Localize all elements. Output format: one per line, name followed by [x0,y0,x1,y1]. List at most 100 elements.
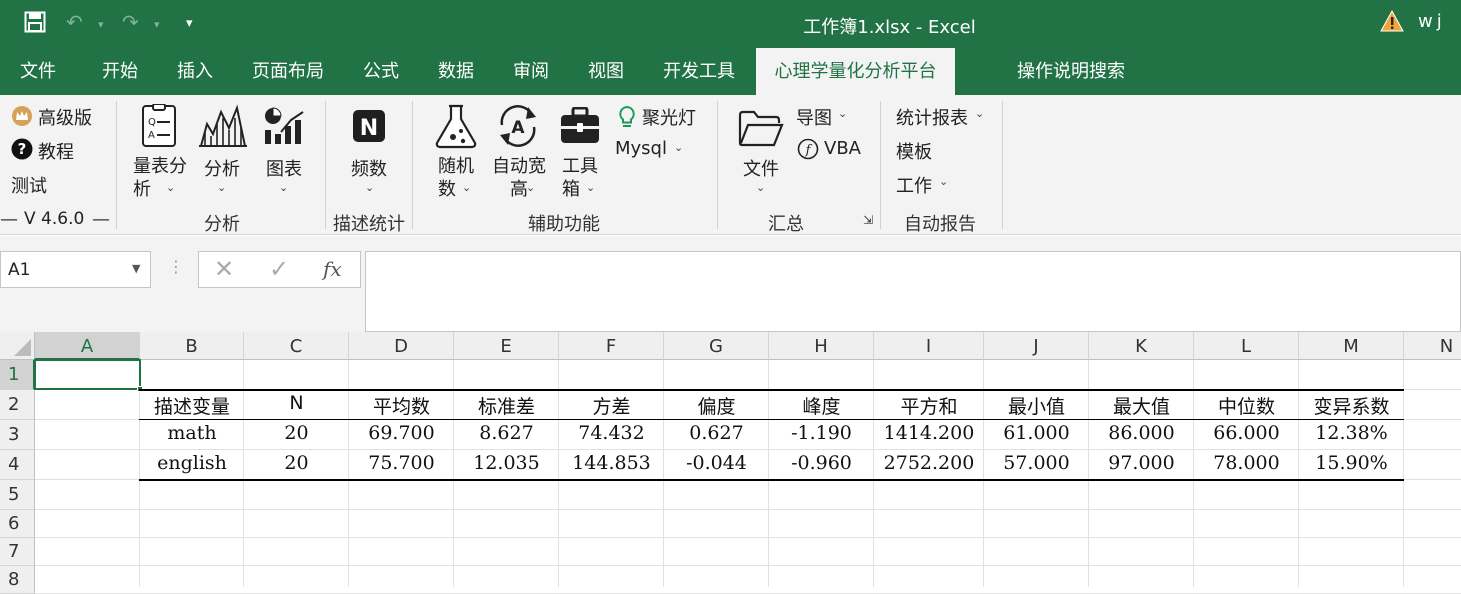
column-header-L[interactable]: L [1194,332,1299,360]
tell-me-search[interactable]: 操作说明搜索 [1017,48,1125,95]
table-cell[interactable]: 97.000 [1089,452,1194,482]
stat-report-button[interactable]: 统计报表 [896,104,968,130]
tab-page-layout[interactable]: 页面布局 [252,48,324,95]
active-cell-A1[interactable] [34,359,141,390]
table-header-cell[interactable]: 标准差 [454,392,559,422]
tab-view[interactable]: 视图 [588,48,624,95]
column-header-K[interactable]: K [1089,332,1194,360]
table-cell[interactable]: 12.035 [454,452,559,482]
column-header-N[interactable]: N [1404,332,1461,360]
table-cell[interactable]: 20 [244,422,349,452]
file-button[interactable]: 文件 [743,155,779,181]
drag-handle-icon[interactable]: ⋮ [168,257,184,276]
table-cell[interactable]: 69.700 [349,422,454,452]
user-name[interactable]: wj [1418,11,1446,32]
table-header-cell[interactable]: 方差 [559,392,664,422]
tab-home[interactable]: 开始 [102,48,138,95]
tab-review[interactable]: 审阅 [513,48,549,95]
spotlight-button[interactable]: 聚光灯 [642,104,696,130]
formula-input[interactable] [365,251,1461,332]
table-cell[interactable]: 144.853 [559,452,664,482]
column-header-I[interactable]: I [874,332,984,360]
cancel-icon[interactable]: ✕ [214,255,234,283]
insert-function-icon[interactable]: fx [323,257,342,281]
table-cell[interactable]: 66.000 [1194,422,1299,452]
column-header-F[interactable]: F [559,332,664,360]
scale-analysis-chevron-icon: ⌄ [166,181,176,194]
table-cell[interactable]: -0.960 [769,452,874,482]
column-header-H[interactable]: H [769,332,874,360]
row-header-5[interactable]: 5 [0,480,35,510]
table-cell[interactable]: 2752.200 [874,452,984,482]
mysql-button[interactable]: Mysql [615,138,667,159]
chart-button[interactable]: 图表 [266,155,302,181]
work-button[interactable]: 工作 [896,172,932,198]
table-cell[interactable]: 1414.200 [874,422,984,452]
table-cell[interactable]: 74.432 [559,422,664,452]
table-header-cell[interactable]: 偏度 [664,392,769,422]
table-header-cell[interactable]: 最大值 [1089,392,1194,422]
tab-insert[interactable]: 插入 [177,48,213,95]
frequency-button[interactable]: 频数 [351,155,387,181]
row-header-8[interactable]: 8 [0,566,35,594]
name-box-dropdown-icon[interactable]: ▼ [132,262,140,275]
row-header-3[interactable]: 3 [0,420,35,450]
table-cell[interactable]: 61.000 [984,422,1089,452]
row-header-7[interactable]: 7 [0,538,35,566]
table-cell[interactable]: 0.627 [664,422,769,452]
table-header-cell[interactable]: 最小值 [984,392,1089,422]
table-cell[interactable]: 12.38% [1299,422,1404,452]
table-cell[interactable]: 8.627 [454,422,559,452]
pro-version-button[interactable]: 高级版 [38,104,92,130]
column-header-D[interactable]: D [349,332,454,360]
autofit-button[interactable]: 自动宽高 [491,155,547,201]
table-header-cell[interactable]: 平均数 [349,392,454,422]
table-header-cell[interactable]: 平方和 [874,392,984,422]
table-cell[interactable]: english [140,452,244,482]
vba-button[interactable]: VBA [824,138,861,159]
table-cell[interactable]: math [140,422,244,452]
table-header-cell[interactable]: N [244,392,349,422]
column-header-A[interactable]: A [35,332,140,360]
table-cell[interactable]: 20 [244,452,349,482]
table-cell[interactable]: -1.190 [769,422,874,452]
row-header-2[interactable]: 2 [0,390,35,420]
column-header-C[interactable]: C [244,332,349,360]
table-cell[interactable]: 75.700 [349,452,454,482]
template-button[interactable]: 模板 [896,138,932,164]
tab-developer[interactable]: 开发工具 [663,48,735,95]
column-header-J[interactable]: J [984,332,1089,360]
row-header-6[interactable]: 6 [0,510,35,538]
tutorial-button[interactable]: 教程 [38,138,74,164]
tab-file[interactable]: 文件 [20,48,56,95]
table-cell[interactable]: -0.044 [664,452,769,482]
table-cell[interactable]: 78.000 [1194,452,1299,482]
toolbox-button[interactable]: 工具箱 [562,155,600,201]
enter-icon[interactable]: ✓ [269,255,289,283]
column-header-B[interactable]: B [140,332,244,360]
column-header-G[interactable]: G [664,332,769,360]
table-header-cell[interactable]: 峰度 [769,392,874,422]
analysis-button[interactable]: 分析 [204,155,240,181]
table-header-cell[interactable]: 中位数 [1194,392,1299,422]
table-cell[interactable]: 86.000 [1089,422,1194,452]
test-button[interactable]: 测试 [11,172,47,198]
row-header-4[interactable]: 4 [0,450,35,480]
export-chart-button[interactable]: 导图 [796,104,832,130]
column-header-M[interactable]: M [1299,332,1404,360]
table-header-cell[interactable]: 变异系数 [1299,392,1404,422]
table-cell[interactable]: 57.000 [984,452,1089,482]
select-all-corner[interactable] [0,332,35,360]
scale-analysis-button[interactable]: 量表分析 [133,155,189,201]
name-box[interactable]: A1 ▼ [0,251,151,288]
row-header-1[interactable]: 1 [0,360,35,390]
tab-formulas[interactable]: 公式 [363,48,399,95]
tab-data[interactable]: 数据 [438,48,474,95]
warning-icon[interactable] [1380,9,1404,36]
dialog-launcher-icon[interactable]: ⇲ [863,213,873,227]
random-number-button[interactable]: 随机数 [438,155,476,201]
column-header-E[interactable]: E [454,332,559,360]
tab-psych-platform[interactable]: 心理学量化分析平台 [756,48,955,95]
table-cell[interactable]: 15.90% [1299,452,1404,482]
table-header-cell[interactable]: 描述变量 [140,392,244,422]
